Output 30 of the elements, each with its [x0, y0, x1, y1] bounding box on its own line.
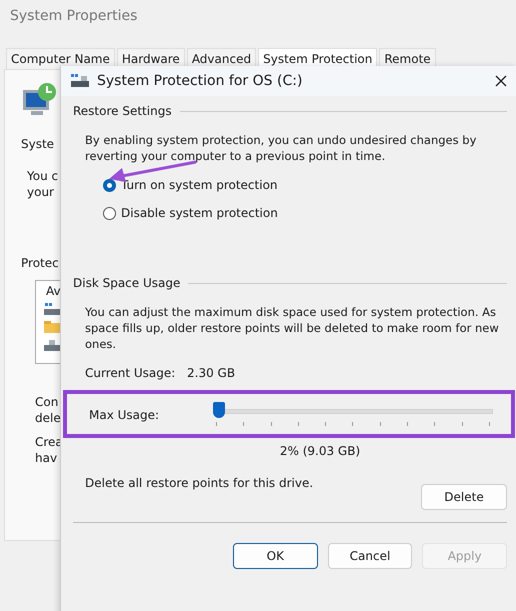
radio-option[interactable]: Disable system protection	[103, 206, 278, 220]
section-heading: Restore Settings	[73, 104, 172, 118]
description-text: You can adjust the maximum disk space used for system protection. As space fills up, older restore points will be deleted to make room for new ones.	[85, 304, 500, 352]
folder-icon	[44, 321, 60, 333]
description-text: Delete all restore points for this drive.	[85, 476, 314, 490]
drive-icon	[44, 339, 60, 351]
window-title: System Properties	[9, 7, 138, 26]
value-text: 2.30 GB	[187, 366, 236, 380]
dialog-title: System Protection for OS (C:)	[97, 73, 304, 89]
label: Protec	[21, 255, 59, 271]
slider[interactable]	[213, 402, 493, 428]
description-text: Con dele	[35, 394, 61, 426]
label: Current Usage:	[85, 366, 176, 380]
dialog-button[interactable]: Cancel	[328, 543, 412, 569]
dialog-button[interactable]: OK	[232, 543, 318, 569]
description-text: You c your	[27, 168, 58, 200]
tab[interactable]: Computer Name	[6, 48, 115, 69]
drive-icon	[71, 74, 89, 88]
radio-button[interactable]	[103, 206, 116, 220]
value-text: 2% (9.03 GB)	[278, 444, 362, 458]
column-header: Av	[46, 283, 62, 299]
description-text: By enabling system protection, you can undo undesired changes by reverting your computer to a previous point in time.	[85, 132, 478, 164]
radio-button[interactable]	[103, 178, 116, 192]
label: Max Usage:	[89, 408, 160, 422]
slider-thumb[interactable]	[212, 402, 225, 418]
section-heading: Disk Space Usage	[73, 276, 180, 290]
delete-button[interactable]: Delete	[421, 484, 507, 510]
label: Syste	[21, 136, 54, 152]
drive-icon	[44, 303, 60, 315]
close-icon[interactable]	[495, 75, 507, 87]
